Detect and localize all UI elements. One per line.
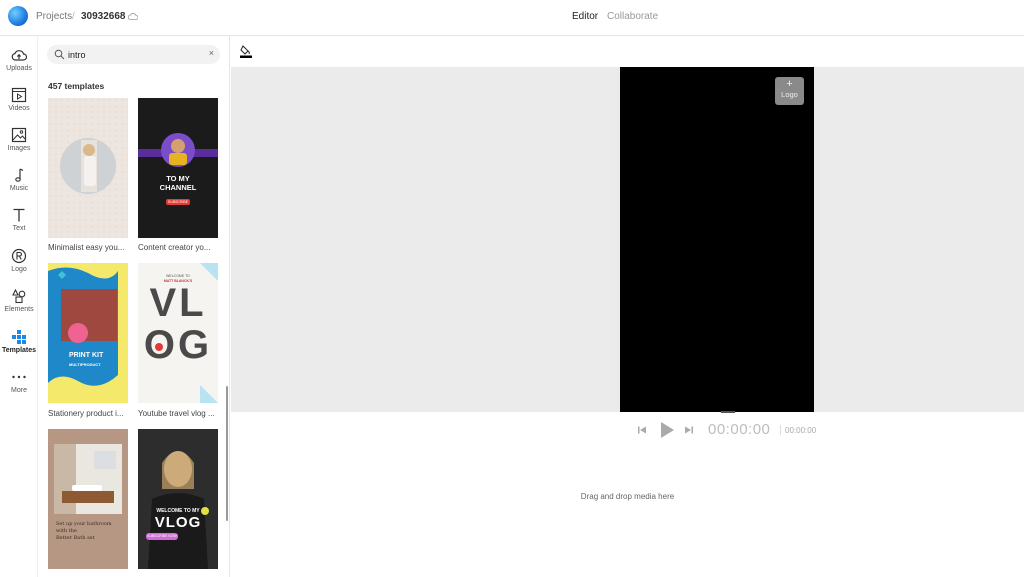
- clear-search-icon[interactable]: ×: [209, 48, 214, 58]
- template-card[interactable]: PRINT KIT MULTIPRODUCT: [48, 263, 128, 403]
- thumb-text: SUBSCRIBE NOW: [146, 533, 178, 540]
- play-icon[interactable]: [659, 421, 675, 439]
- template-card[interactable]: WELCOME TO MATT BLANCK'S VL OG: [138, 263, 218, 403]
- templates-panel: × 457 templates Minimalist easy you... T…: [38, 36, 230, 577]
- breadcrumb-separator: /: [72, 11, 75, 22]
- sidebar-item-label: More: [11, 387, 27, 394]
- current-time: 00:00:00: [708, 421, 771, 438]
- thumb-text: with the: [56, 528, 77, 534]
- thumb-text: CHANNEL: [159, 183, 197, 192]
- cloud-saved-icon: [128, 13, 138, 20]
- template-search: ×: [47, 45, 220, 64]
- sidebar-item-text[interactable]: Text: [0, 204, 38, 240]
- thumb-text: SUBSCRIBE: [166, 199, 190, 205]
- sidebar-item-label: Templates: [1, 347, 37, 354]
- registered-icon: [11, 248, 27, 264]
- timeline-area[interactable]: Drag and drop media here: [231, 447, 1024, 577]
- panel-scrollbar[interactable]: [226, 386, 228, 521]
- thumb-text: Better Bath set: [56, 535, 95, 541]
- search-icon: [54, 49, 65, 60]
- template-thumbnail: [138, 133, 218, 167]
- sidebar-item-label: Images: [7, 145, 31, 152]
- add-logo-label: Logo: [781, 90, 798, 99]
- canvas-toolbar: [231, 36, 1024, 67]
- thumb-text: MULTIPRODUCT: [69, 362, 101, 367]
- template-card[interactable]: WELCOME TO MY VLOG SUBSCRIBE NOW: [138, 429, 218, 569]
- template-thumbnail: [48, 98, 128, 238]
- video-canvas[interactable]: + Logo: [620, 67, 814, 412]
- template-title: Stationery product i...: [48, 409, 124, 418]
- thumb-text: VL: [149, 281, 207, 325]
- upload-cloud-icon: [11, 50, 28, 61]
- thumb-text: TO MY: [166, 174, 190, 183]
- sidebar-item-logo[interactable]: Logo: [0, 245, 38, 281]
- template-title: Youtube travel vlog ...: [138, 409, 215, 418]
- sidebar-item-elements[interactable]: Elements: [0, 285, 38, 321]
- sidebar-item-label: Music: [9, 185, 29, 192]
- video-file-icon: [11, 87, 27, 103]
- sidebar-item-music[interactable]: Music: [0, 164, 38, 200]
- music-note-icon: [15, 168, 24, 182]
- sidebar-item-label: Elements: [4, 306, 34, 313]
- thumb-text: WELCOME TO: [166, 274, 190, 278]
- templates-grid-icon: [12, 330, 26, 344]
- sidebar-item-more[interactable]: More: [0, 366, 38, 402]
- template-title: Content creator yo...: [138, 243, 211, 252]
- skip-back-icon[interactable]: [637, 425, 647, 435]
- player-controls: 00:00:00 00:00:00: [231, 413, 1024, 447]
- thumb-text: OG: [143, 323, 213, 367]
- more-dots-icon: [12, 375, 26, 379]
- left-sidebar: Uploads Videos Images Music Text Logo El…: [0, 36, 38, 577]
- template-card[interactable]: [48, 98, 128, 238]
- paint-bucket-icon[interactable]: [240, 44, 252, 58]
- image-icon: [11, 127, 27, 143]
- sidebar-item-videos[interactable]: Videos: [0, 84, 38, 120]
- total-time: 00:00:00: [785, 426, 817, 435]
- text-t-icon: [13, 208, 25, 222]
- sidebar-item-label: Uploads: [6, 65, 32, 72]
- tab-collaborate[interactable]: Collaborate: [607, 11, 658, 22]
- template-thumbnail: [54, 444, 122, 514]
- template-card[interactable]: TO MY CHANNEL SUBSCRIBE: [138, 98, 218, 238]
- sidebar-item-label: Videos: [8, 105, 30, 112]
- sidebar-item-images[interactable]: Images: [0, 124, 38, 160]
- search-input[interactable]: [68, 47, 198, 62]
- sidebar-item-templates[interactable]: Templates: [0, 326, 38, 362]
- plus-icon: +: [786, 78, 793, 90]
- thumb-text: Set up your bathroom: [56, 521, 112, 527]
- canvas-stage: + Logo: [231, 67, 1024, 412]
- top-header: Projects / 30932668 Editor Collaborate: [0, 0, 1024, 36]
- template-thumbnail: [48, 267, 118, 386]
- skip-forward-icon[interactable]: [684, 425, 694, 435]
- add-logo-button[interactable]: + Logo: [775, 77, 804, 105]
- sidebar-item-uploads[interactable]: Uploads: [0, 44, 38, 80]
- template-card[interactable]: Set up your bathroom with the Better Bat…: [48, 429, 128, 569]
- project-title[interactable]: 30932668: [81, 11, 126, 22]
- template-count: 457 templates: [48, 81, 105, 91]
- template-thumbnail: [138, 429, 218, 569]
- tab-editor[interactable]: Editor: [572, 11, 598, 22]
- shapes-icon: [12, 288, 26, 304]
- drop-media-message: Drag and drop media here: [580, 492, 675, 501]
- sidebar-item-label: Text: [12, 225, 26, 232]
- sidebar-item-label: Logo: [11, 266, 27, 273]
- app-logo[interactable]: [8, 6, 28, 26]
- template-title: Minimalist easy you...: [48, 243, 125, 252]
- breadcrumb-projects[interactable]: Projects: [36, 11, 72, 22]
- thumb-text: VLOG: [154, 514, 202, 531]
- thumb-text: PRINT KIT: [69, 352, 104, 359]
- time-divider: [780, 425, 781, 435]
